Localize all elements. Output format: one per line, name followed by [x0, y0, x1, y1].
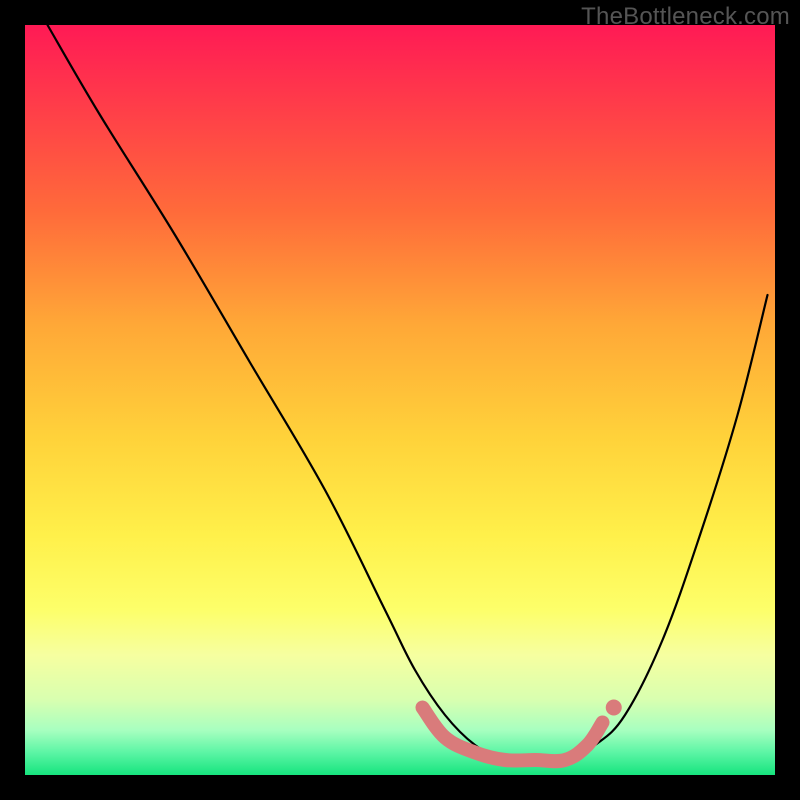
chart-svg [25, 25, 775, 775]
chart-area [25, 25, 775, 775]
highlight-dot [606, 700, 622, 716]
highlight-segment [423, 708, 603, 762]
bottleneck-curve [48, 25, 768, 761]
